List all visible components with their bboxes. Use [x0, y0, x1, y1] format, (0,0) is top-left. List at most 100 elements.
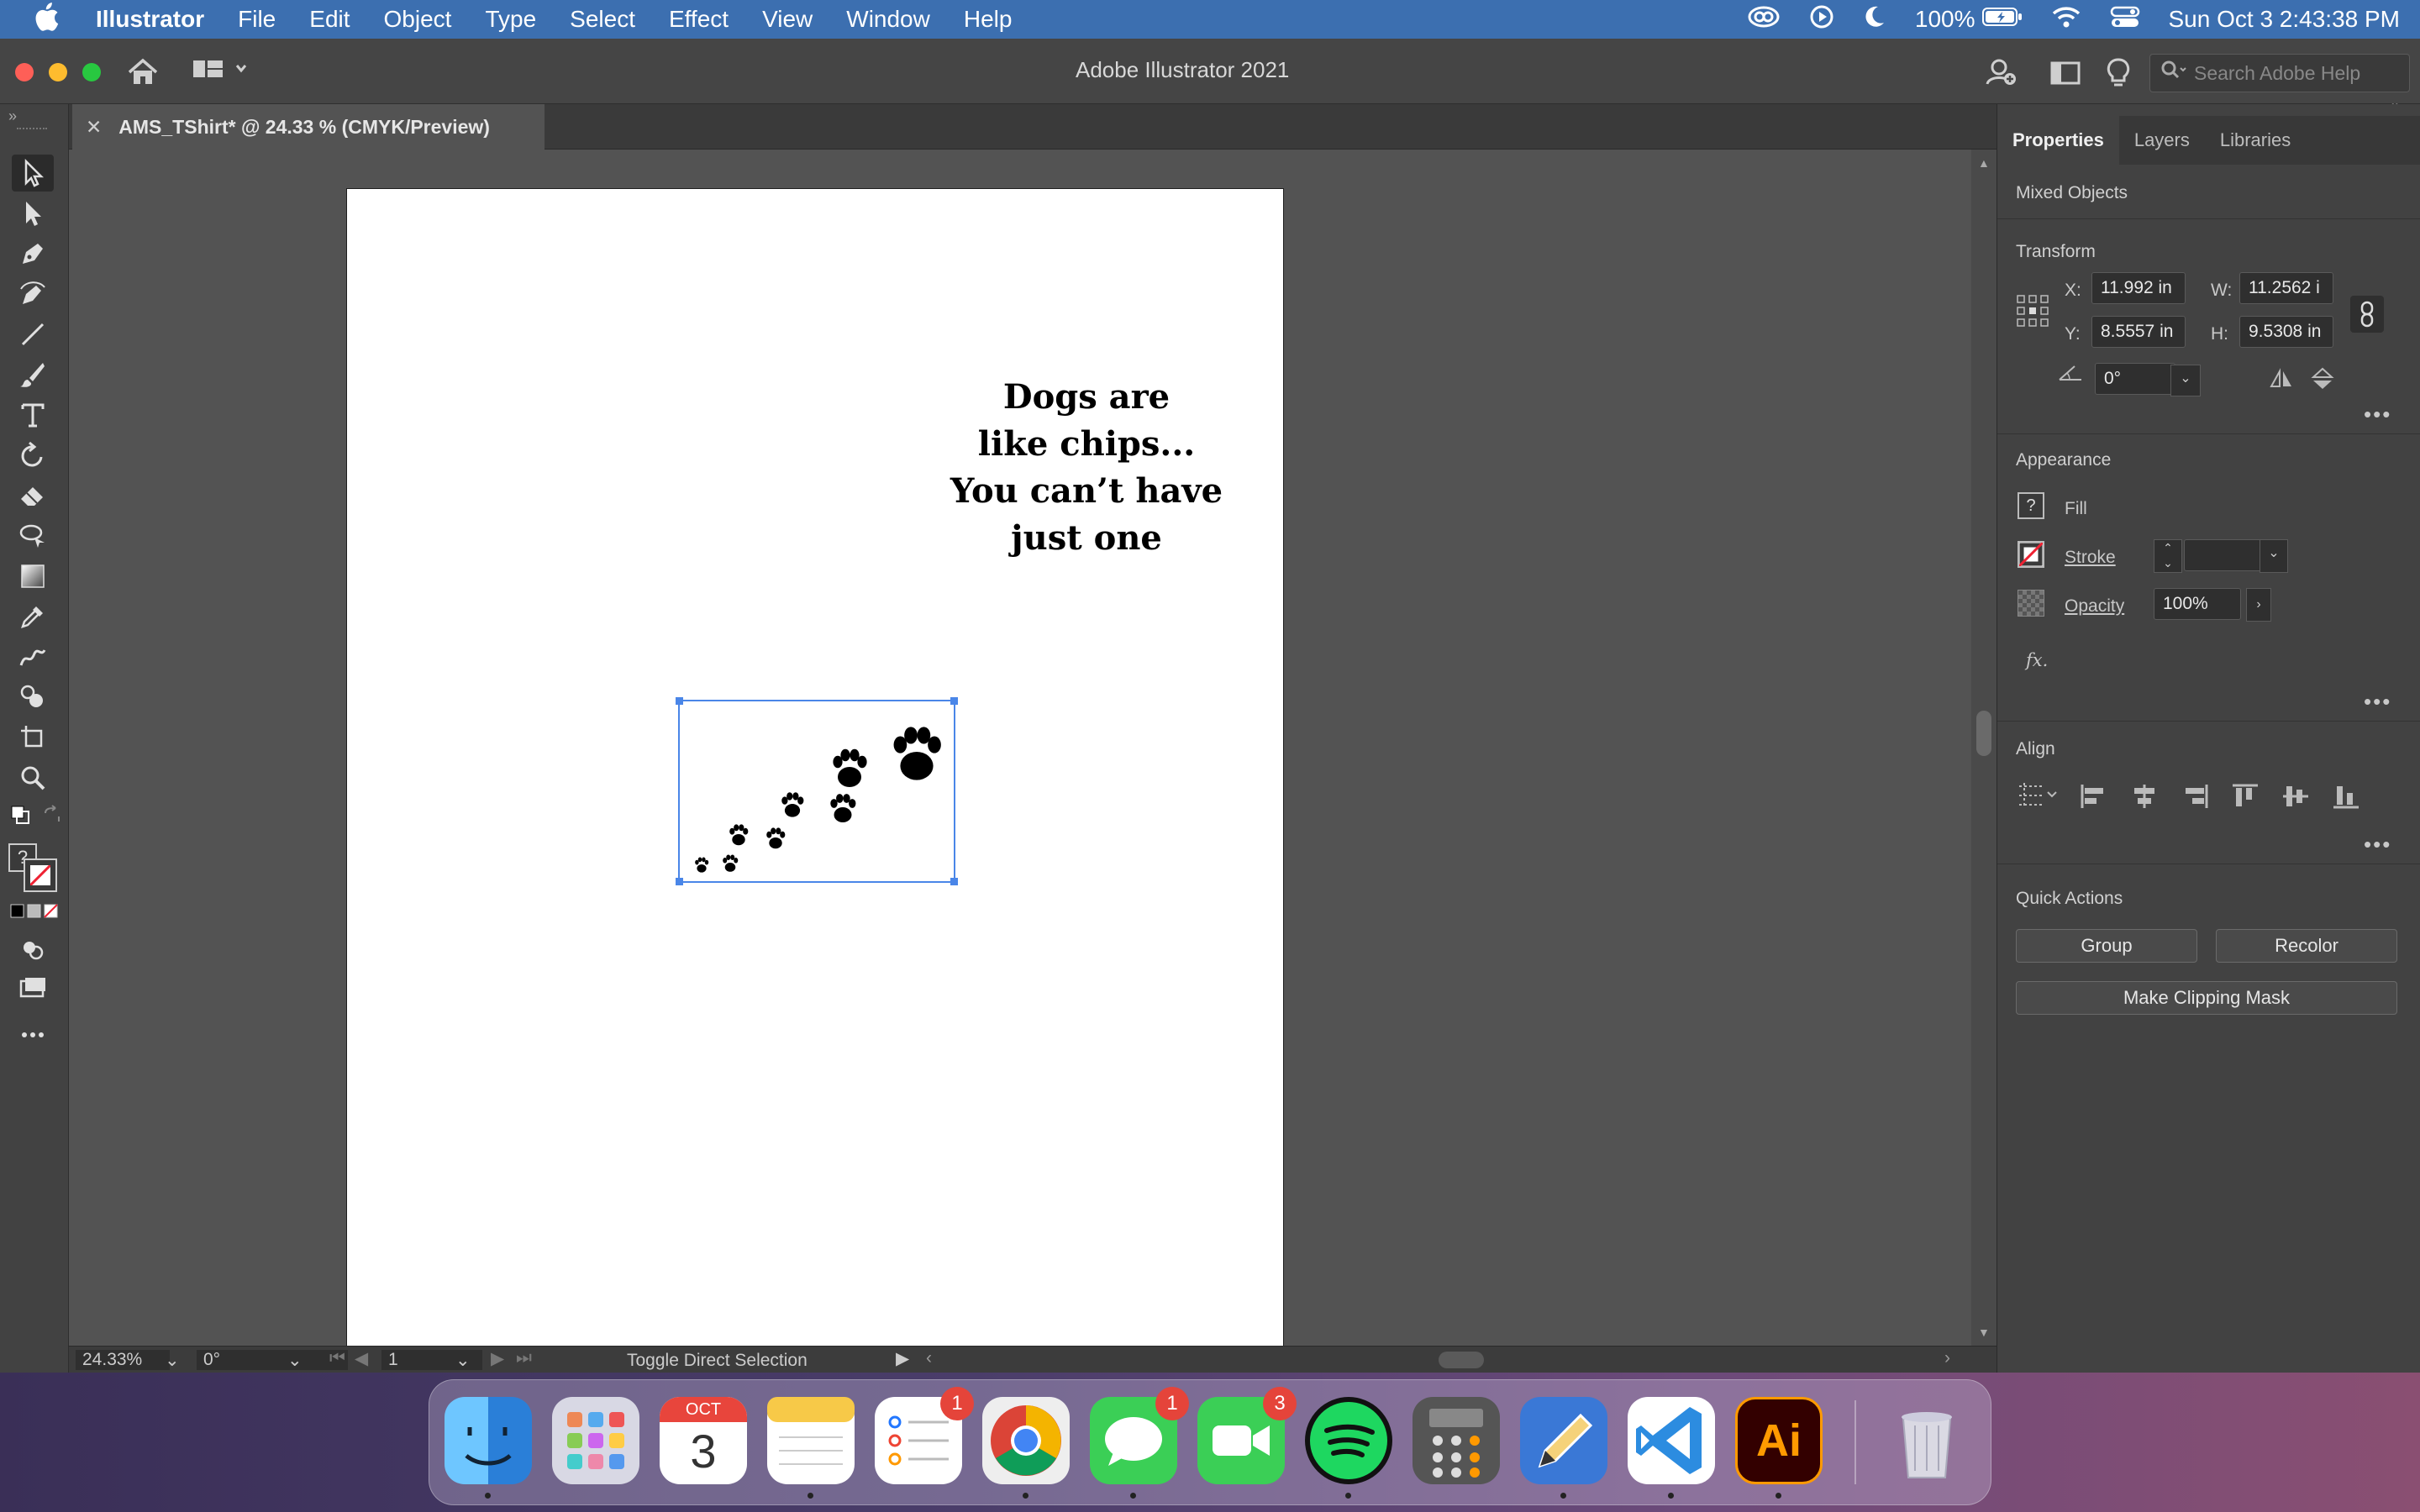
default-colors-icon[interactable]	[10, 805, 30, 829]
close-tab-icon[interactable]: ✕	[86, 116, 102, 139]
document-tab[interactable]: ✕ AMS_TShirt* @ 24.33 % (CMYK/Preview)	[72, 104, 544, 150]
first-artboard-icon[interactable]: ⏮	[329, 1348, 345, 1368]
tab-properties[interactable]: Properties	[1997, 116, 2119, 165]
toolbar-grip[interactable]	[17, 128, 47, 130]
selection-bounding-box[interactable]	[676, 697, 958, 885]
align-more-options[interactable]: •••	[2364, 832, 2391, 858]
zoom-dropdown-icon[interactable]: ⌄	[165, 1350, 180, 1371]
type-tool[interactable]	[12, 396, 54, 433]
zoom-level-field[interactable]: 24.33%	[76, 1350, 170, 1370]
spotify-icon[interactable]	[1305, 1397, 1392, 1484]
align-to-selection-icon[interactable]	[2018, 783, 2060, 812]
tab-layers[interactable]: Layers	[2119, 116, 2205, 165]
calendar-icon[interactable]: OCT 3	[660, 1397, 747, 1484]
next-artboard-icon[interactable]: ▶	[491, 1348, 504, 1369]
puppet-warp-tool[interactable]	[12, 517, 54, 554]
flip-vertical-icon[interactable]	[2310, 366, 2335, 396]
creative-cloud-icon[interactable]	[1747, 4, 1781, 35]
scroll-down-icon[interactable]: ▼	[1978, 1326, 1990, 1339]
menu-view[interactable]: View	[762, 6, 813, 33]
make-clipping-mask-button[interactable]: Make Clipping Mask	[2016, 981, 2397, 1015]
chrome-icon[interactable]	[982, 1397, 1070, 1484]
share-user-icon[interactable]	[1985, 55, 2018, 93]
stroke-weight-stepper[interactable]: ⌃ ⌄	[2154, 539, 2182, 573]
pen-tool[interactable]	[12, 235, 54, 272]
rotation-field[interactable]: 0°	[197, 1350, 348, 1370]
search-help-input[interactable]: Search Adobe Help	[2149, 54, 2410, 92]
swap-colors-icon[interactable]	[42, 805, 62, 829]
draw-mode-tool[interactable]	[12, 931, 54, 968]
eraser-tool[interactable]	[12, 477, 54, 514]
stroke-weight-dropdown-icon[interactable]: ⌄	[2260, 539, 2288, 573]
moon-icon[interactable]	[1863, 4, 1886, 35]
menu-type[interactable]: Type	[485, 6, 536, 33]
scroll-up-icon[interactable]: ▲	[1978, 156, 1990, 170]
appearance-more-options[interactable]: •••	[2364, 689, 2391, 715]
collapse-toolbar-icon[interactable]: »	[8, 108, 17, 125]
notes-icon[interactable]	[767, 1397, 855, 1484]
selection-tool[interactable]	[12, 155, 54, 192]
stroke-none-icon[interactable]	[24, 858, 57, 892]
illustrator-icon[interactable]: Ai	[1735, 1397, 1823, 1484]
opacity-arrow-icon[interactable]: ›	[2246, 588, 2271, 622]
status-menu-icon[interactable]: ▶	[896, 1348, 909, 1369]
align-bottom-icon[interactable]	[2332, 783, 2360, 814]
scroll-left-icon[interactable]: ‹	[926, 1348, 932, 1368]
apple-icon[interactable]	[34, 2, 67, 37]
stroke-weight-input[interactable]	[2184, 539, 2263, 571]
scrollbar-thumb[interactable]	[1976, 711, 1991, 756]
trash-icon[interactable]	[1883, 1397, 1970, 1484]
resize-handle[interactable]	[950, 878, 958, 885]
curvature-tool[interactable]	[12, 276, 54, 312]
screen-mode-tool[interactable]	[12, 971, 54, 1008]
launchpad-icon[interactable]	[552, 1397, 639, 1484]
tool-hint-text[interactable]: Toggle Direct Selection	[627, 1351, 808, 1371]
finder-icon[interactable]	[445, 1397, 532, 1484]
eyedropper-tool[interactable]	[12, 598, 54, 635]
stroke-label[interactable]: Stroke	[2065, 548, 2116, 568]
zoom-tool[interactable]	[12, 759, 54, 796]
battery-icon[interactable]	[1981, 6, 2023, 33]
horizontal-scrollbar-thumb[interactable]	[1439, 1352, 1484, 1368]
wifi-icon[interactable]	[2051, 5, 2081, 34]
resize-handle[interactable]	[676, 878, 683, 885]
gradient-tool[interactable]	[12, 558, 54, 595]
fx-effects-button[interactable]: fx.	[2026, 650, 2048, 670]
line-tool[interactable]	[12, 316, 54, 353]
align-horizontal-center-icon[interactable]	[2130, 783, 2159, 814]
y-position-input[interactable]: 8.5557 in	[2091, 316, 2186, 348]
home-icon[interactable]	[126, 57, 160, 92]
angle-dropdown-icon[interactable]: ⌄	[2170, 365, 2201, 396]
artboard[interactable]: Dogs are like chips... You can’t have ju…	[346, 188, 1284, 1346]
group-button[interactable]: Group	[2016, 929, 2197, 963]
menu-help[interactable]: Help	[964, 6, 1013, 33]
transform-more-options[interactable]: •••	[2364, 402, 2391, 428]
menu-file[interactable]: File	[238, 6, 276, 33]
color-mode-icons[interactable]	[10, 902, 59, 925]
stroke-swatch-icon[interactable]	[2018, 541, 2044, 568]
opacity-input[interactable]: 100%	[2154, 588, 2241, 620]
panel-layout-icon[interactable]	[2050, 60, 2081, 90]
blend-tool[interactable]	[12, 638, 54, 675]
recolor-button[interactable]: Recolor	[2216, 929, 2397, 963]
resize-handle[interactable]	[950, 697, 958, 705]
lightbulb-icon[interactable]	[2106, 57, 2131, 93]
rotation-angle-input[interactable]: 0°	[2095, 363, 2175, 395]
height-input[interactable]: 9.5308 in	[2239, 316, 2333, 348]
artboard-tool[interactable]	[12, 719, 54, 756]
menu-clock[interactable]: Sun Oct 3 2:43:38 PM	[2169, 6, 2401, 33]
shape-builder-tool[interactable]	[12, 679, 54, 716]
vscode-icon[interactable]	[1628, 1397, 1715, 1484]
width-input[interactable]: 11.2562 i	[2239, 272, 2333, 304]
constrain-proportions-icon[interactable]	[2350, 296, 2384, 333]
fill-label[interactable]: Fill	[2065, 499, 2087, 519]
align-top-icon[interactable]	[2231, 783, 2260, 814]
menu-edit[interactable]: Edit	[309, 6, 350, 33]
edit-toolbar-button[interactable]	[12, 1016, 54, 1053]
artboard-dropdown-icon[interactable]: ⌄	[455, 1350, 471, 1371]
direct-selection-tool[interactable]	[12, 195, 54, 232]
tab-libraries[interactable]: Libraries	[2205, 116, 2306, 165]
workspace-switcher-icon[interactable]	[192, 59, 250, 88]
flip-horizontal-icon[interactable]	[2268, 368, 2295, 396]
menu-window[interactable]: Window	[846, 6, 930, 33]
